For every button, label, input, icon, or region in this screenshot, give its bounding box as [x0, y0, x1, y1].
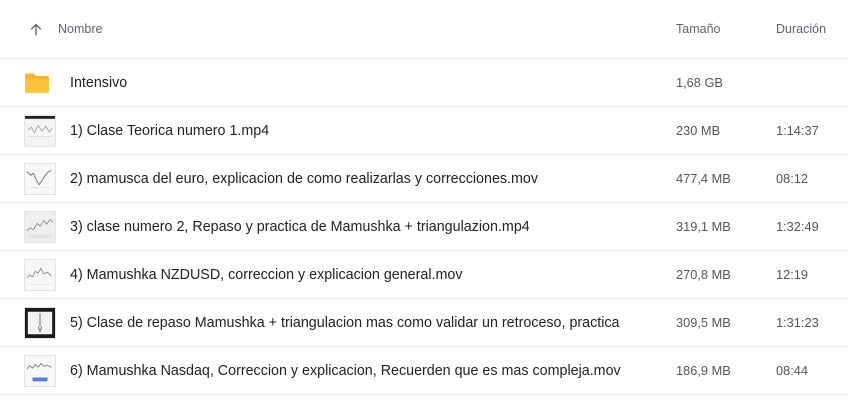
table-row[interactable]: 4) Mamushka NZDUSD, correccion y explica… — [0, 251, 848, 299]
file-duration: 1:31:23 — [776, 315, 819, 330]
column-header-name[interactable]: Nombre — [58, 22, 676, 36]
file-duration: 08:44 — [776, 363, 809, 378]
file-size: 309,5 MB — [676, 315, 731, 330]
video-thumbnail-icon — [24, 258, 56, 291]
file-size: 319,1 MB — [676, 219, 731, 234]
video-thumbnail-icon — [24, 162, 56, 195]
file-size: 270,8 MB — [676, 267, 731, 282]
file-list: Nombre Tamaño Duración Intensivo 1,68 GB… — [0, 0, 848, 395]
video-thumbnail-icon — [24, 354, 56, 387]
file-name[interactable]: 2) mamusca del euro, explicacion de como… — [70, 171, 676, 187]
table-row[interactable]: 1) Clase Teorica numero 1.mp4 230 MB 1:1… — [0, 107, 848, 155]
file-name[interactable]: 1) Clase Teorica numero 1.mp4 — [70, 123, 676, 139]
table-row[interactable]: 2) mamusca del euro, explicacion de como… — [0, 155, 848, 203]
table-row[interactable]: 5) Clase de repaso Mamushka + triangulac… — [0, 299, 848, 347]
file-size: 1,68 GB — [676, 75, 723, 90]
file-duration: 1:14:37 — [776, 123, 819, 138]
sort-toggle[interactable] — [0, 23, 58, 36]
video-thumbnail-icon — [24, 114, 56, 147]
file-duration: 12:19 — [776, 267, 809, 282]
table-row-folder[interactable]: Intensivo 1,68 GB — [0, 59, 848, 107]
column-header-size[interactable]: Tamaño — [676, 22, 776, 36]
file-name[interactable]: 6) Mamushka Nasdaq, Correccion y explica… — [70, 363, 676, 379]
folder-icon — [25, 73, 49, 93]
file-duration: 08:12 — [776, 171, 809, 186]
table-row[interactable]: 3) clase numero 2, Repaso y practica de … — [0, 203, 848, 251]
file-size: 230 MB — [676, 123, 721, 138]
file-list-header: Nombre Tamaño Duración — [0, 0, 848, 59]
video-thumbnail-icon — [24, 210, 56, 243]
file-name[interactable]: Intensivo — [70, 75, 676, 91]
file-duration: 1:32:49 — [776, 219, 819, 234]
video-thumbnail-icon — [24, 306, 56, 339]
file-name[interactable]: 3) clase numero 2, Repaso y practica de … — [70, 219, 676, 235]
column-header-duration[interactable]: Duración — [776, 22, 848, 36]
file-name[interactable]: 4) Mamushka NZDUSD, correccion y explica… — [70, 267, 676, 283]
table-row[interactable]: 6) Mamushka Nasdaq, Correccion y explica… — [0, 347, 848, 395]
file-name[interactable]: 5) Clase de repaso Mamushka + triangulac… — [70, 315, 676, 331]
arrow-up-icon[interactable] — [30, 23, 42, 36]
file-size: 477,4 MB — [676, 171, 731, 186]
file-size: 186,9 MB — [676, 363, 731, 378]
